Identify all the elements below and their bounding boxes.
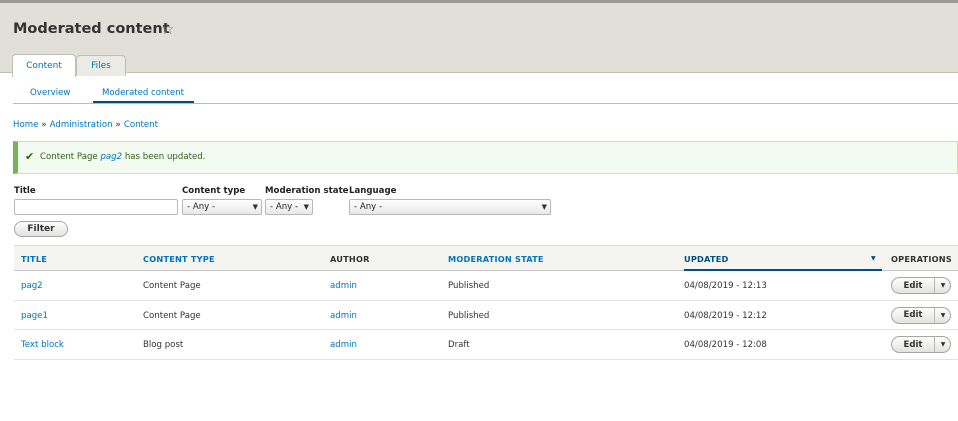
column-operations: Operations: [891, 254, 952, 264]
page-title: Moderated content: [13, 21, 170, 37]
caret-down-icon[interactable]: ▼: [935, 278, 951, 293]
filter-title-input[interactable]: [14, 199, 178, 215]
row-content-type: Content Page: [143, 310, 201, 321]
filter-title-label: Title: [14, 186, 36, 196]
table-header: Title Content type Author Moderation sta…: [14, 245, 958, 271]
row-updated: 04/08/2019 - 12:12: [684, 310, 767, 321]
breadcrumb-separator: »: [41, 120, 47, 130]
table-row: page1 Content Page admin Published 04/08…: [14, 301, 958, 330]
filter-language-label: Language: [349, 186, 397, 196]
breadcrumb-home[interactable]: Home: [13, 120, 38, 130]
active-subtab-indicator: [93, 101, 194, 103]
caret-down-icon[interactable]: ▼: [935, 337, 951, 352]
edit-button[interactable]: Edit: [892, 307, 935, 323]
operations-dropbutton: Edit ▼: [891, 306, 951, 324]
column-author: Author: [330, 254, 370, 264]
row-title-link[interactable]: pag2: [21, 281, 43, 291]
column-title[interactable]: Title: [21, 254, 47, 264]
breadcrumb-administration[interactable]: Administration: [50, 120, 113, 130]
row-moderation-state: Published: [448, 310, 490, 321]
row-author-link[interactable]: admin: [330, 311, 357, 321]
filter-moderation-state-select[interactable]: - Any - ▼: [265, 199, 313, 215]
column-moderation-state[interactable]: Moderation state: [448, 254, 544, 264]
row-title-link[interactable]: Text block: [21, 340, 64, 350]
operations-dropbutton: Edit ▼: [891, 277, 951, 294]
filter-moderation-state-label: Moderation state: [265, 186, 349, 196]
caret-down-icon: ▼: [871, 255, 876, 262]
row-title-link[interactable]: page1: [21, 311, 48, 321]
column-updated[interactable]: Updated: [684, 254, 729, 264]
caret-down-icon[interactable]: ▼: [935, 308, 951, 323]
tab-content[interactable]: Content: [12, 54, 76, 77]
status-message-text: Content Page pag2 has been updated.: [40, 152, 205, 162]
row-moderation-state: Draft: [448, 340, 470, 350]
subtab-moderated-content[interactable]: Moderated content: [102, 88, 184, 98]
filter-content-type-label: Content type: [182, 186, 246, 196]
caret-down-icon: ▼: [252, 203, 258, 211]
message-suffix: has been updated.: [124, 152, 206, 162]
star-outline-icon[interactable]: ☆: [161, 22, 174, 37]
row-updated: 04/08/2019 - 12:13: [684, 281, 767, 291]
content-table: Title Content type Author Moderation sta…: [14, 245, 958, 360]
secondary-tabs: Overview Moderated content: [13, 84, 958, 104]
table-row: Text block Blog post admin Draft 04/08/2…: [14, 330, 958, 360]
page-header: Moderated content ☆ Content Files: [0, 0, 958, 77]
breadcrumb: Home» Administration» Content: [13, 120, 158, 130]
filter-content-type-select[interactable]: - Any - ▼: [182, 199, 262, 215]
content-type-selected: - Any -: [187, 202, 216, 212]
caret-down-icon: ▼: [541, 203, 547, 211]
row-moderation-state: Published: [448, 281, 490, 291]
message-prefix: Content Page: [40, 152, 98, 162]
filter-language-select[interactable]: - Any - ▼: [349, 199, 551, 215]
subtab-overview[interactable]: Overview: [30, 88, 70, 98]
tab-files[interactable]: Files: [76, 55, 126, 76]
breadcrumb-content[interactable]: Content: [124, 120, 158, 130]
language-selected: - Any -: [354, 202, 383, 212]
table-row: pag2 Content Page admin Published 04/08/…: [14, 271, 958, 301]
row-content-type: Content Page: [143, 281, 201, 291]
breadcrumb-separator: »: [115, 120, 121, 130]
edit-button[interactable]: Edit: [892, 337, 935, 352]
column-content-type[interactable]: Content type: [143, 254, 215, 264]
row-content-type: Blog post: [143, 340, 184, 350]
edit-button[interactable]: Edit: [892, 278, 935, 293]
row-author-link[interactable]: admin: [330, 340, 357, 350]
operations-dropbutton: Edit ▼: [891, 336, 951, 353]
message-link[interactable]: pag2: [100, 152, 122, 162]
row-author-link[interactable]: admin: [330, 281, 357, 291]
filter-button[interactable]: Filter: [14, 221, 68, 237]
status-message: ✔ Content Page pag2 has been updated.: [13, 141, 958, 174]
check-icon: ✔: [25, 150, 35, 163]
moderation-state-selected: - Any -: [270, 202, 299, 212]
row-updated: 04/08/2019 - 12:08: [684, 340, 767, 350]
caret-down-icon: ▼: [303, 203, 309, 211]
